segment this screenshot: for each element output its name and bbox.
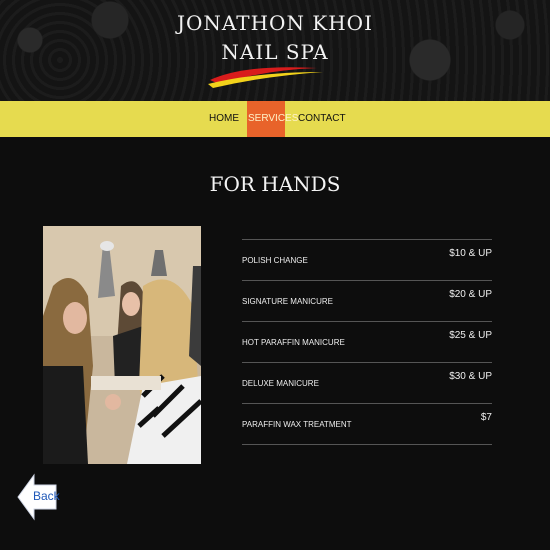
nav-item-services[interactable]: SERVICES: [247, 101, 298, 137]
nav-item-home[interactable]: HOME: [209, 101, 239, 137]
service-row: PARAFFIN WAX TREATMENT $7: [242, 404, 492, 445]
service-price: $20 & UP: [449, 289, 492, 300]
service-row: POLISH CHANGE $10 & UP: [242, 240, 492, 281]
service-row: DELUXE MANICURE $30 & UP: [242, 363, 492, 404]
page-title: FOR HANDS: [209, 172, 341, 196]
site-header: JONATHON KHOI NAIL SPA: [0, 0, 550, 101]
manicure-photo: [43, 226, 201, 464]
service-price: $7: [480, 412, 492, 423]
logo-swoosh-icon: [208, 67, 323, 88]
back-button[interactable]: Back: [33, 489, 60, 503]
service-name: SIGNATURE MANICURE: [242, 297, 333, 306]
service-price: $30 & UP: [449, 371, 492, 382]
service-row: HOT PARAFFIN MANICURE $25 & UP: [242, 322, 492, 363]
service-row: SIGNATURE MANICURE $20 & UP: [242, 281, 492, 322]
service-name: POLISH CHANGE: [242, 256, 308, 265]
service-name: HOT PARAFFIN MANICURE: [242, 338, 345, 347]
logo-text-line2: NAIL SPA: [221, 40, 329, 64]
nav-item-contact[interactable]: CONTACT: [298, 101, 346, 137]
service-price: $25 & UP: [449, 330, 492, 341]
service-name: PARAFFIN WAX TREATMENT: [242, 420, 352, 429]
logo-text-line1: JONATHON KHOI: [177, 11, 373, 35]
service-price: $10 & UP: [449, 248, 492, 259]
service-name: DELUXE MANICURE: [242, 379, 319, 388]
main-nav: HOME SERVICES CONTACT: [0, 101, 550, 137]
services-list: POLISH CHANGE $10 & UP SIGNATURE MANICUR…: [242, 239, 492, 445]
